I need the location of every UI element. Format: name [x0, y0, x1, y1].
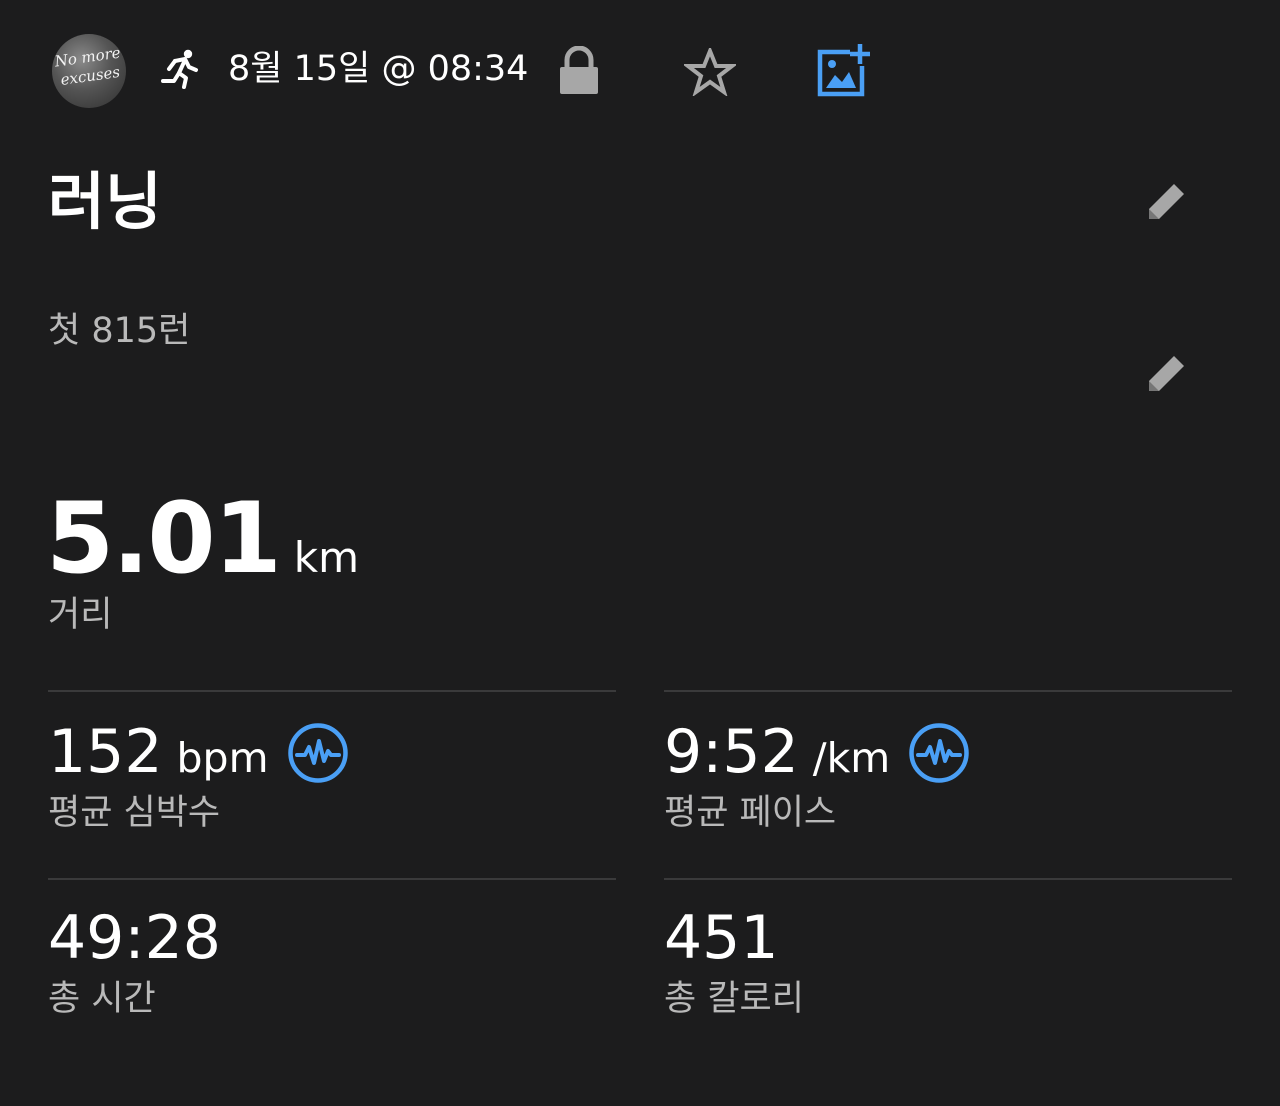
- running-icon: [161, 49, 198, 89]
- edit-description-icon[interactable]: [1144, 352, 1188, 396]
- activity-title: 러닝: [48, 165, 163, 238]
- heart-rate-value: 152: [48, 717, 163, 787]
- calories-value: 451: [664, 903, 779, 973]
- avatar-logo-text: No more excuses: [52, 43, 126, 91]
- pulse-icon[interactable]: [287, 722, 349, 784]
- total-time-value: 49:28: [48, 903, 221, 973]
- stat-avg-pace: 9:52 /km 평균 페이스: [664, 712, 1232, 862]
- lock-icon[interactable]: [557, 46, 601, 96]
- pace-label: 평균 페이스: [664, 793, 837, 833]
- distance-summary: 5.01 km: [46, 484, 359, 594]
- divider: [48, 690, 616, 692]
- heart-rate-unit: bpm: [176, 734, 269, 782]
- calories-label: 총 칼로리: [664, 979, 804, 1019]
- edit-title-icon[interactable]: [1144, 180, 1188, 224]
- stat-avg-heart-rate: 152 bpm 평균 심박수: [48, 712, 616, 862]
- activity-datetime: 8월 15일 @ 08:34: [228, 49, 529, 89]
- distance-value: 5.01: [46, 482, 282, 596]
- pulse-icon[interactable]: [908, 722, 970, 784]
- stat-total-time: 49:28 총 시간: [48, 898, 616, 1048]
- divider: [664, 878, 1232, 880]
- total-time-label: 총 시간: [48, 979, 156, 1019]
- divider: [664, 690, 1232, 692]
- stat-total-calories: 451 총 칼로리: [664, 898, 1232, 1048]
- avatar[interactable]: No more excuses: [52, 34, 126, 108]
- distance-label: 거리: [48, 595, 113, 635]
- star-icon[interactable]: [684, 48, 736, 96]
- add-photo-icon[interactable]: [816, 42, 872, 98]
- activity-description: 첫 815런: [48, 311, 191, 351]
- distance-unit: km: [293, 533, 360, 582]
- activity-header: No more excuses 8월 15일 @ 08:34: [52, 32, 892, 110]
- divider: [48, 878, 616, 880]
- pace-value: 9:52: [664, 717, 799, 787]
- pace-unit: /km: [812, 734, 891, 782]
- heart-rate-label: 평균 심박수: [48, 793, 221, 833]
